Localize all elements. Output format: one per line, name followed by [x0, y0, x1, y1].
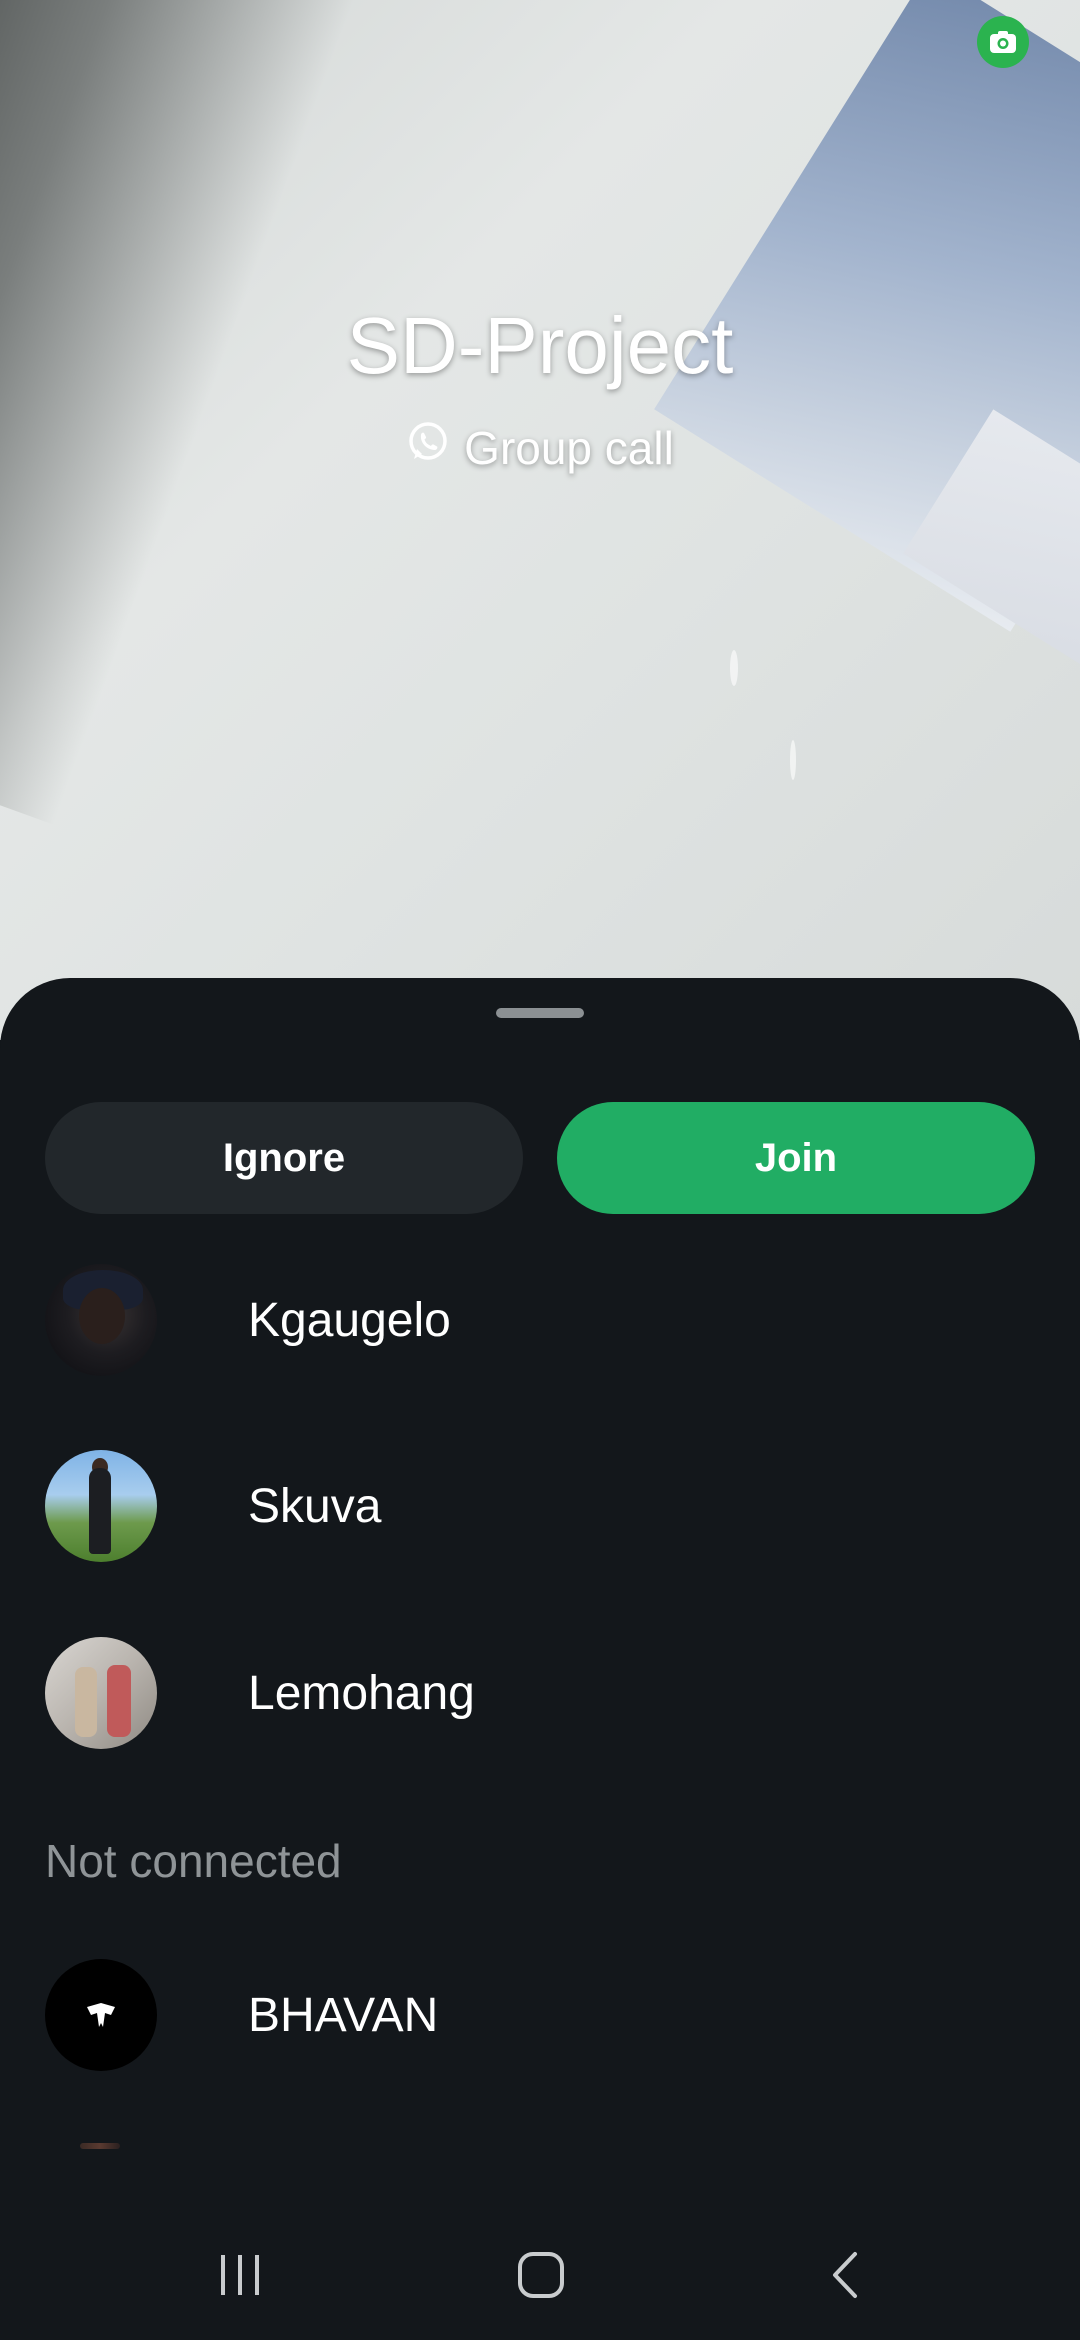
- avatar: [45, 1959, 157, 2071]
- logo-icon: [87, 2003, 115, 2027]
- avatar: [45, 1450, 157, 1562]
- home-icon[interactable]: [501, 2240, 581, 2310]
- drag-handle[interactable]: [496, 1008, 584, 1018]
- system-navbar: [0, 2210, 1080, 2340]
- participant-row[interactable]: BHAVAN: [45, 1959, 1035, 2071]
- not-connected-label: Not connected: [45, 1835, 342, 1887]
- camera-preview: [0, 0, 1080, 1040]
- join-button[interactable]: Join: [557, 1102, 1035, 1214]
- call-title: SD-Project: [346, 301, 734, 390]
- avatar: [45, 1637, 157, 1749]
- preview-speck: [730, 650, 738, 686]
- participant-name: Lemohang: [248, 1666, 475, 1720]
- participant-name: Skuva: [248, 1479, 382, 1533]
- call-bottom-sheet: Ignore Join Kgaugelo Skuva Lemohang Not …: [0, 978, 1080, 2340]
- avatar: [45, 1264, 157, 1376]
- preview-speck: [790, 740, 796, 780]
- recents-icon[interactable]: [200, 2240, 280, 2310]
- preview-shadow: [0, 0, 362, 825]
- participant-row[interactable]: Skuva: [45, 1450, 1035, 1562]
- partial-avatar: [80, 2143, 120, 2149]
- participant-name: BHAVAN: [248, 1988, 439, 2042]
- call-type-label: Group call: [464, 421, 674, 474]
- whatsapp-icon: [406, 420, 450, 475]
- camera-icon[interactable]: [977, 16, 1029, 68]
- participant-name: Kgaugelo: [248, 1293, 451, 1347]
- participant-row[interactable]: Lemohang: [45, 1637, 1035, 1749]
- ignore-button[interactable]: Ignore: [45, 1102, 523, 1214]
- participant-row[interactable]: Kgaugelo: [45, 1264, 1035, 1376]
- back-icon[interactable]: [805, 2240, 885, 2310]
- call-subtitle: Group call: [0, 420, 1080, 475]
